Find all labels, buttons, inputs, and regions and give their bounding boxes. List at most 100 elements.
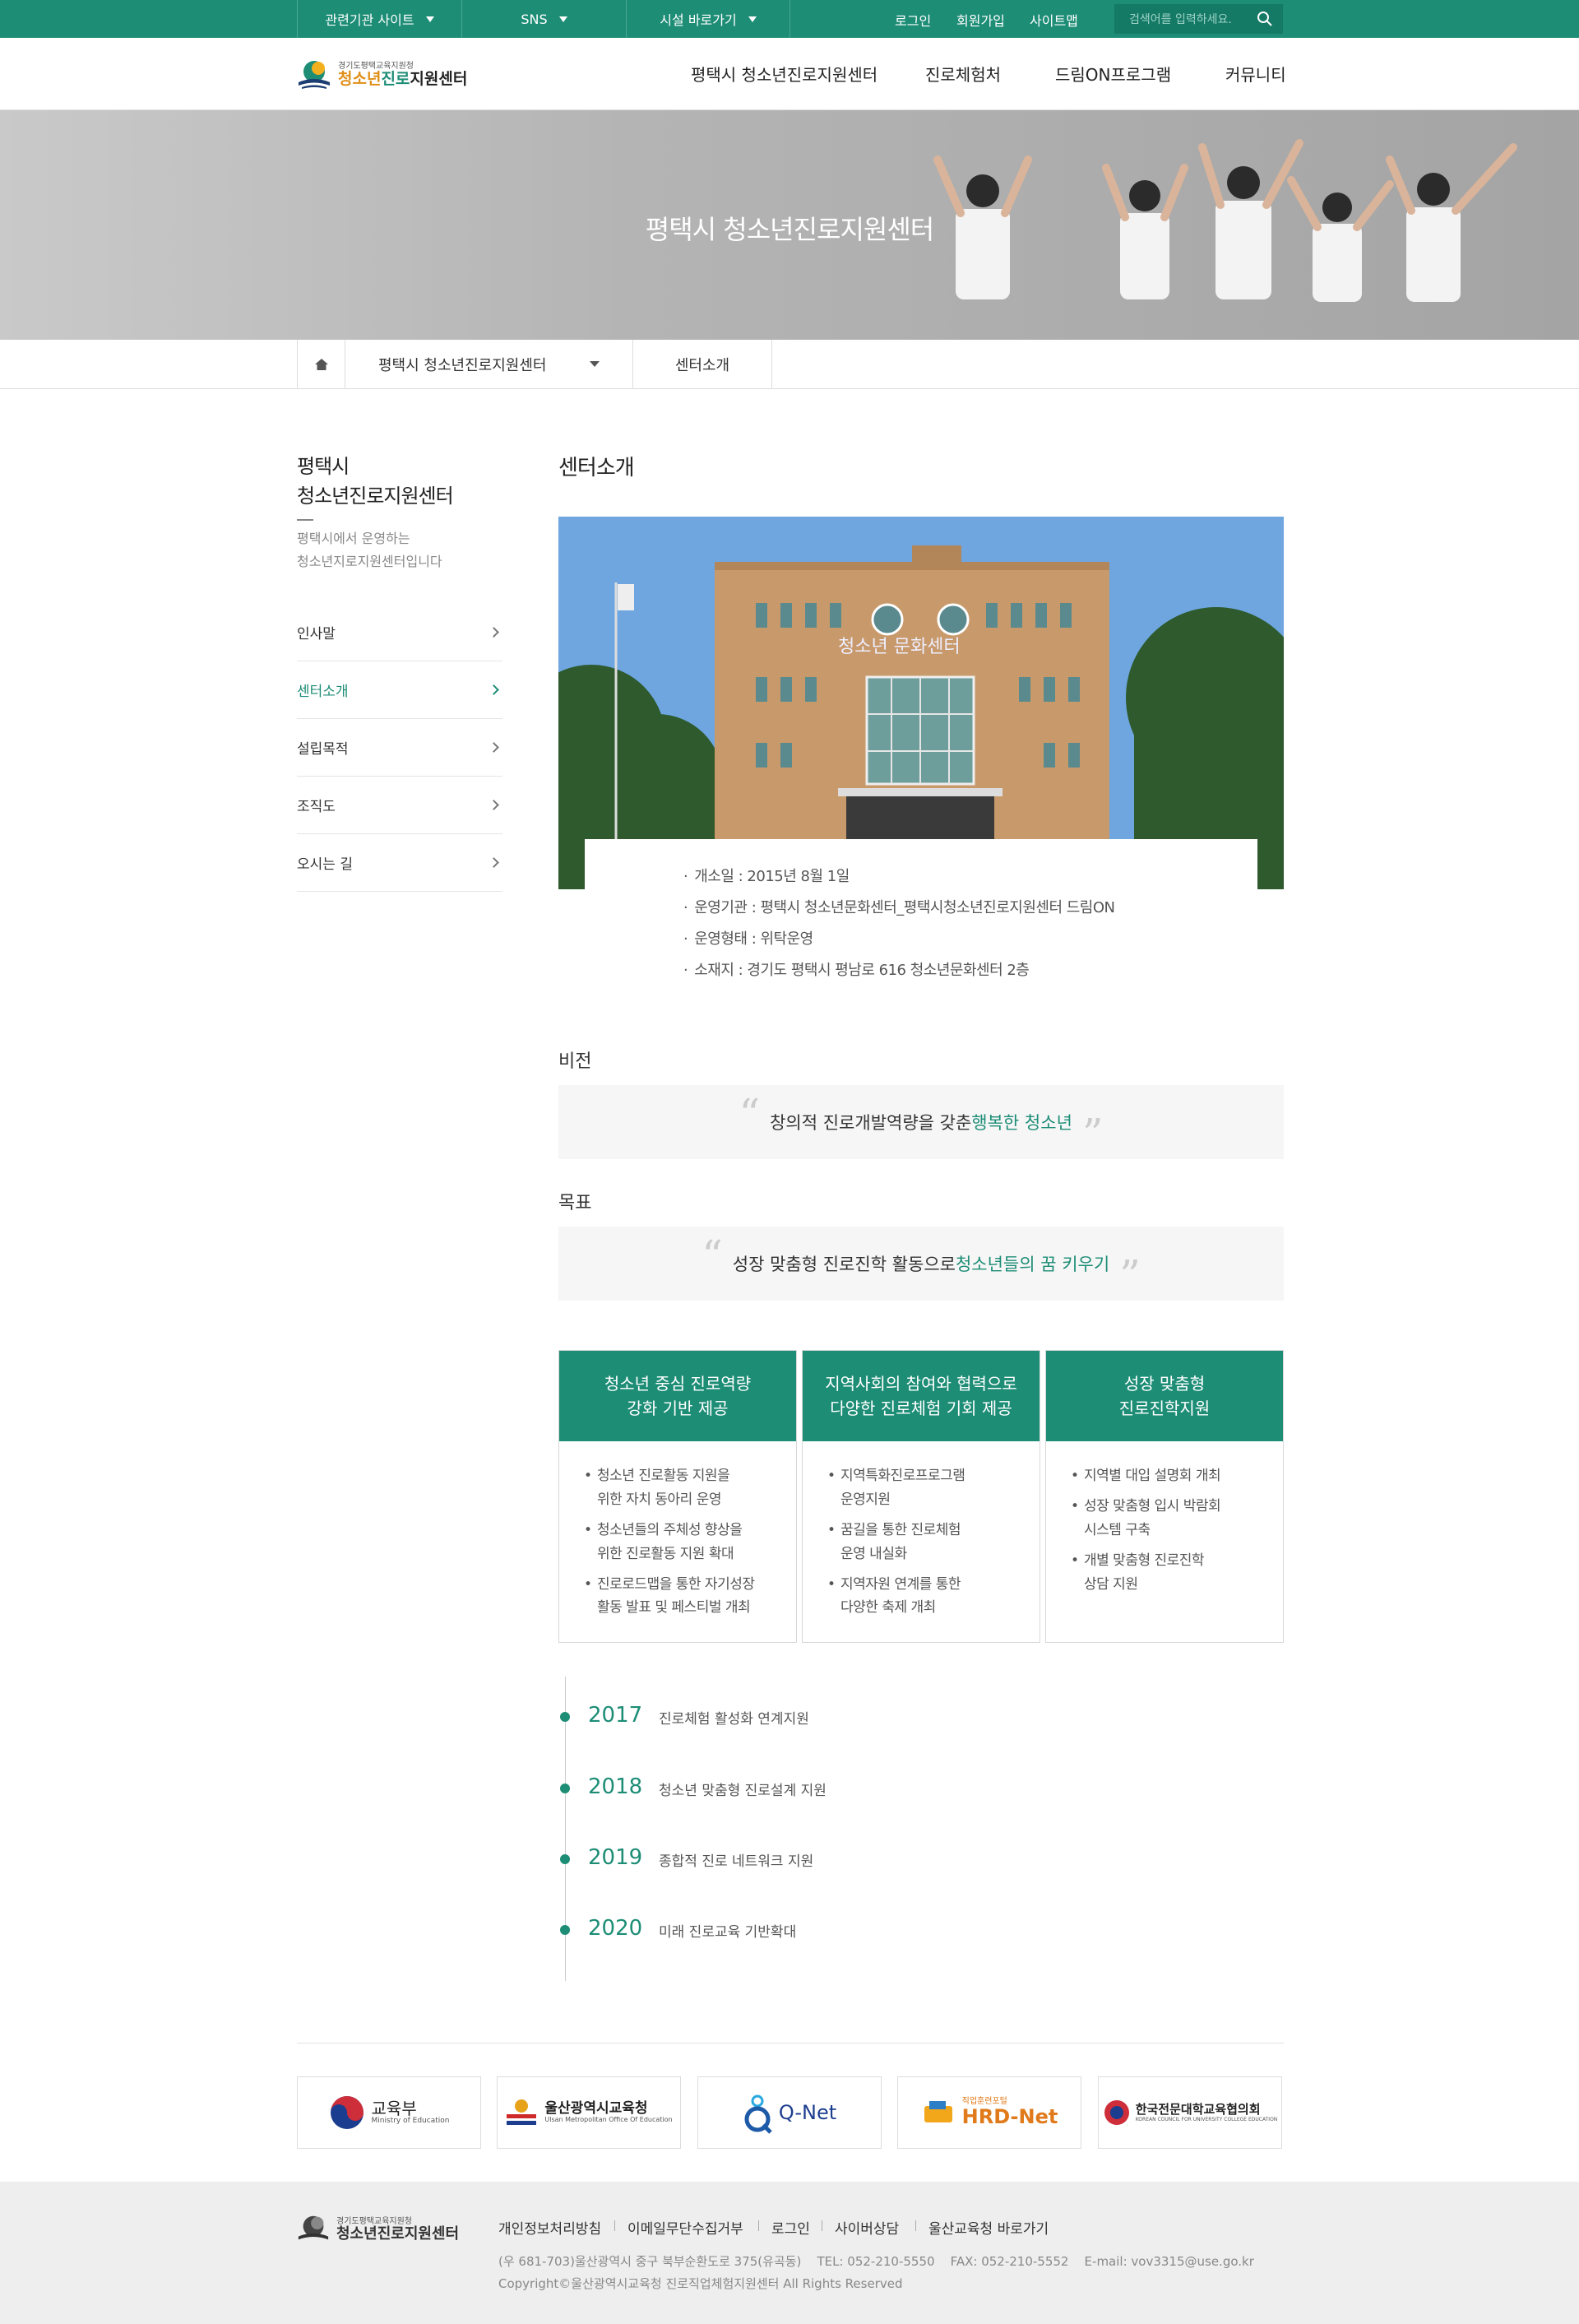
logo-emblem-icon — [299, 61, 330, 89]
footer-address: (우 681-703)울산광역시 중구 북부순환도로 375(유곡동) TEL:… — [498, 2254, 1254, 2269]
kcce-logo-icon — [1104, 2100, 1129, 2125]
gnb-experience[interactable]: 진로체험처 — [925, 62, 1001, 86]
logo-title: 청소년진로지원센터 — [338, 70, 468, 89]
list-item: 지역별 대입 설명회 개최 — [1071, 1464, 1266, 1488]
goal-text: 성장 맞춤형 진로진학 활동으로 — [732, 1255, 956, 1274]
vision-quote-box: “ 창의적 진로개발역량을 갖춘 행복한 청소년 ” — [558, 1085, 1284, 1159]
footer-cyber-consult-link[interactable]: 사이버상담 — [835, 2217, 899, 2238]
sidebar-item-directions[interactable]: 오시는 길 — [297, 834, 502, 892]
footer-separator — [614, 2220, 615, 2231]
qnet-logo-icon — [744, 2094, 772, 2134]
list-item: 꿈길을 통한 진로체험운영 내실화 — [827, 1519, 1023, 1566]
page-title: 센터소개 — [558, 456, 635, 480]
chevron-right-icon — [489, 742, 499, 753]
caret-down-icon — [748, 16, 757, 22]
search-input[interactable]: 검색어를 입력하세요. — [1114, 4, 1283, 34]
timeline-desc: 진로체험 활성화 연계지원 — [659, 1711, 809, 1728]
info-operator: 운영기관 : 평택시 청소년문화센터_평택시청소년진로지원센터 드림ON — [683, 896, 1115, 917]
hero-banner: 평택시 청소년진로지원센터 — [0, 110, 1579, 340]
signup-link[interactable]: 회원가입 — [956, 10, 1005, 30]
footer-copyright: Copyright©울산광역시교육청 진로직업체험지원센터 All Rights… — [498, 2276, 903, 2291]
goal-quote-box: “ 성장 맞춤형 진로진학 활동으로 청소년들의 꿈 키우기 ” — [558, 1227, 1284, 1301]
timeline-desc: 미래 진로교육 기반확대 — [659, 1924, 797, 1941]
login-link[interactable]: 로그인 — [895, 10, 931, 30]
banner-hrdnet[interactable]: 직업훈련포털 HRD-Net — [897, 2076, 1081, 2149]
footer-logo: 경기도평택교육지원청 청소년진로지원센터 — [297, 2213, 459, 2246]
close-quote-icon: ” — [1119, 1251, 1141, 1299]
gnb-community[interactable]: 커뮤니티 — [1225, 62, 1286, 86]
list-item: 청소년들의 주체성 향상을위한 진로활동 지원 확대 — [584, 1519, 780, 1566]
strategy-card-title: 성장 맞춤형 진로진학지원 — [1046, 1351, 1283, 1441]
strategy-card: 성장 맞춤형진로진학지원 지역별 대입 설명회 개최 성장 맞춤형 입시 박람회… — [1045, 1350, 1284, 1643]
breadcrumb: 평택시 청소년진로지원센터 센터소개 — [0, 340, 1579, 389]
caret-down-icon — [558, 16, 567, 22]
timeline-year: 2019 — [588, 1845, 643, 1870]
open-quote-icon: “ — [702, 1232, 723, 1279]
related-sites-dropdown[interactable]: 관련기관 사이트 — [297, 0, 461, 38]
footer-privacy-link[interactable]: 개인정보처리방침 — [498, 2217, 601, 2238]
list-item: 진로로드맵을 통한 자기성장활동 발표 및 페스티벌 개최 — [584, 1573, 780, 1621]
sidebar-description: 평택시에서 운영하는 청소년지로지원센터입니다 — [297, 531, 442, 569]
breadcrumb-level1-dropdown[interactable]: 평택시 청소년진로지원센터 — [345, 340, 632, 389]
taegeuk-icon — [330, 2096, 363, 2129]
timeline-dot — [560, 1925, 570, 1935]
close-quote-icon: ” — [1081, 1110, 1104, 1157]
gnb-center[interactable]: 평택시 청소년진로지원센터 — [691, 62, 877, 86]
ulsan-edu-logo-icon — [507, 2099, 537, 2125]
sidebar-item-purpose[interactable]: 설립목적 — [297, 719, 502, 777]
search-placeholder: 검색어를 입력하세요. — [1129, 13, 1232, 26]
sidebar-item-organization[interactable]: 조직도 — [297, 777, 502, 834]
strategy-card: 지역사회의 참여와 협력으로다양한 진로체험 기회 제공 지역특화진로프로그램운… — [802, 1350, 1040, 1643]
footer-separator — [758, 2220, 759, 2231]
sns-dropdown[interactable]: SNS — [461, 0, 626, 38]
timeline-dot — [560, 1712, 570, 1722]
list-item: 지역자원 연계를 통한다양한 축제 개최 — [827, 1573, 1023, 1621]
caret-down-icon — [425, 16, 434, 22]
hero-title: 평택시 청소년진로지원센터 — [645, 214, 934, 245]
strategy-card-title: 지역사회의 참여와 협력으로 다양한 진로체험 기회 제공 — [803, 1351, 1040, 1441]
list-item: 성장 맞춤형 입시 박람회시스템 구축 — [1071, 1495, 1266, 1542]
home-button[interactable] — [297, 340, 345, 389]
goal-highlight: 청소년들의 꿈 키우기 — [955, 1255, 1110, 1274]
footer-login-link[interactable]: 로그인 — [771, 2217, 810, 2238]
top-utility-bar: 관련기관 사이트 SNS 시설 바로가기 로그인 회원가입 사이트맵 검색어를 … — [0, 0, 1579, 38]
sidebar-item-about[interactable]: 센터소개 — [297, 661, 502, 719]
home-icon — [314, 359, 328, 370]
search-icon[interactable] — [1257, 11, 1273, 27]
footer-email-policy-link[interactable]: 이메일무단수집거부 — [627, 2217, 743, 2238]
chevron-right-icon — [489, 800, 499, 810]
hrdnet-logo-icon — [924, 2101, 952, 2122]
timeline-year: 2020 — [588, 1916, 643, 1941]
banner-ulsan-edu[interactable]: 울산광역시교육청 Ulsan Metropolitan Office Of Edu… — [497, 2076, 681, 2149]
goal-heading: 목표 — [558, 1193, 592, 1213]
vision-text: 창의적 진로개발역량을 갖춘 — [770, 1113, 972, 1133]
footer-ulsan-edu-link[interactable]: 울산교육청 바로가기 — [928, 2217, 1049, 2238]
gnb-dreamon[interactable]: 드림ON프로그램 — [1055, 62, 1171, 86]
footer-separator — [915, 2220, 916, 2231]
list-item: 개별 맞춤형 진로진학상담 지원 — [1071, 1549, 1266, 1597]
timeline-dot — [560, 1784, 570, 1793]
banner-qnet[interactable]: Q-Net — [697, 2076, 882, 2149]
building-photo: 청소년 문화센터 — [558, 517, 1284, 889]
banner-moe[interactable]: 교육부 Ministry of Education — [297, 2076, 481, 2149]
timeline-year: 2017 — [588, 1703, 643, 1728]
logo-emblem-icon — [298, 2215, 329, 2240]
banner-kcce[interactable]: 한국전문대학교육협의회 KOREAN COUNCIL FOR UNIVERSITY… — [1098, 2076, 1282, 2149]
list-item: 청소년 진로활동 지원을위한 자치 동아리 운영 — [584, 1464, 780, 1512]
sitemap-link[interactable]: 사이트맵 — [1030, 10, 1078, 30]
info-operation-type: 운영형태 : 위탁운영 — [683, 927, 813, 949]
chevron-right-icon — [489, 857, 499, 868]
chevron-right-icon — [489, 627, 499, 638]
strategy-card-title: 청소년 중심 진로역량 강화 기반 제공 — [559, 1351, 796, 1441]
breadcrumb-level2[interactable]: 센터소개 — [632, 340, 772, 389]
site-logo[interactable]: 경기도평택교육지원청 청소년진로지원센터 — [297, 58, 467, 92]
list-item: 지역특화진로프로그램운영지원 — [827, 1464, 1023, 1512]
info-address: 소재지 : 경기도 평택시 평남로 616 청소년문화센터 2층 — [683, 958, 1030, 980]
facility-shortcut-dropdown[interactable]: 시설 바로가기 — [626, 0, 790, 38]
timeline-desc: 종합적 진로 네트워크 지원 — [659, 1853, 814, 1870]
sidebar-item-greeting[interactable]: 인사말 — [297, 604, 502, 661]
timeline-line — [565, 1677, 566, 1981]
vision-heading: 비전 — [558, 1051, 592, 1072]
caret-down-icon — [590, 361, 600, 367]
strategy-card: 청소년 중심 진로역량강화 기반 제공 청소년 진로활동 지원을위한 자치 동아… — [558, 1350, 797, 1643]
